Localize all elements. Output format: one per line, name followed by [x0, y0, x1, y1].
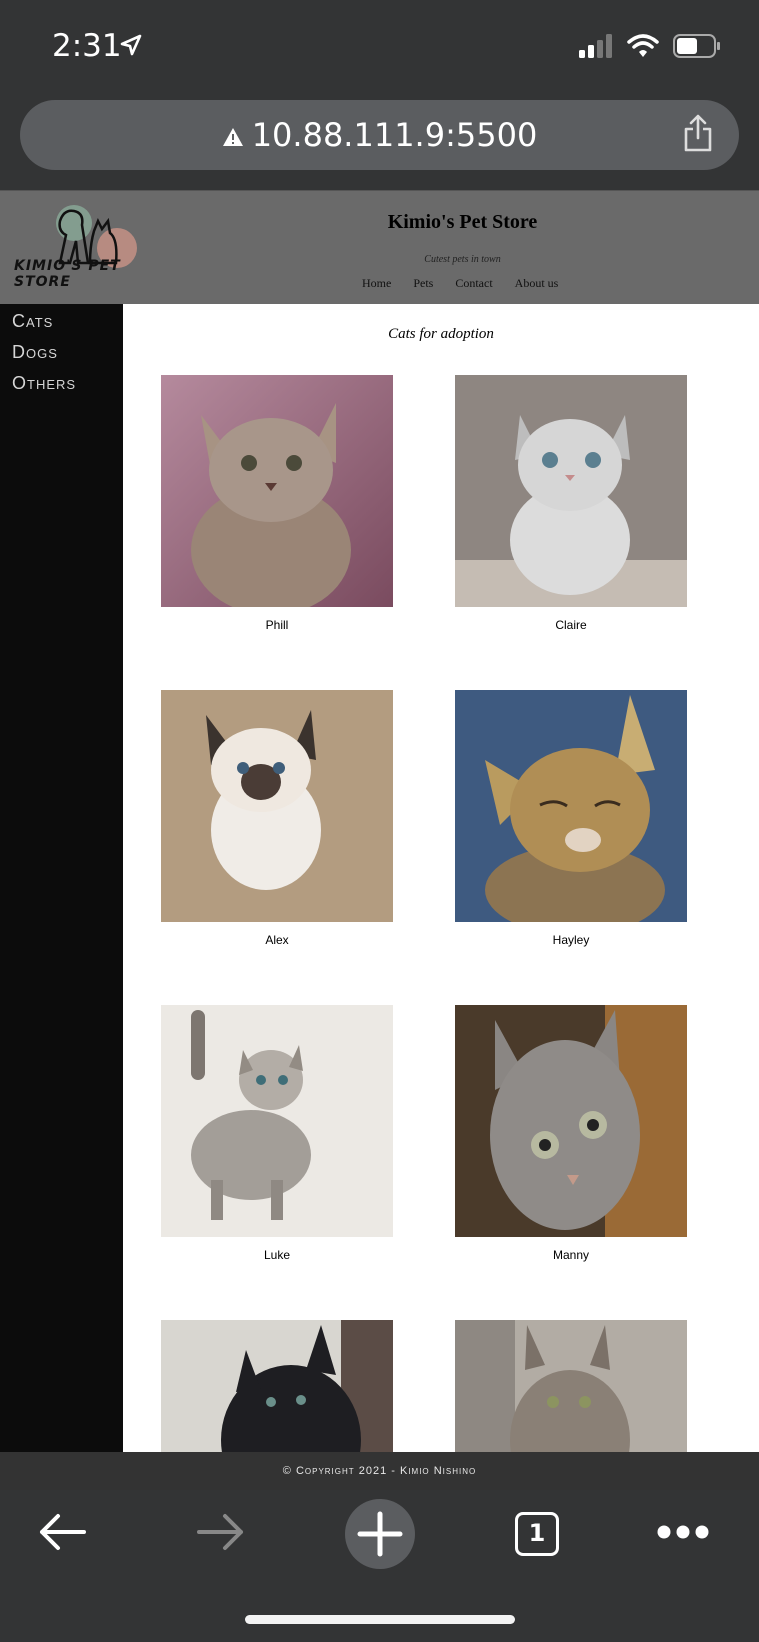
- new-tab-plus-icon[interactable]: [344, 1498, 416, 1570]
- wifi-icon: [627, 34, 659, 57]
- site-footer: © Copyright 2021 - Kimio Nishino: [0, 1452, 759, 1491]
- pet-name: Manny: [552, 1248, 590, 1262]
- pet-card[interactable]: [161, 1320, 393, 1452]
- more-menu-icon[interactable]: [656, 1524, 710, 1540]
- site-tagline: Cutest pets in town: [424, 254, 501, 265]
- pet-card[interactable]: Alex: [161, 690, 393, 947]
- url-text: 10.88.111.9:5500: [251, 116, 538, 154]
- signal-icon: [579, 34, 612, 58]
- pet-card[interactable]: Luke: [161, 1005, 393, 1262]
- pet-card[interactable]: Claire: [455, 375, 687, 632]
- pet-card[interactable]: [455, 1320, 687, 1452]
- sidebar: Cats Dogs Others: [0, 304, 123, 1452]
- pet-name: Phill: [265, 618, 289, 632]
- cat-photo[interactable]: [455, 690, 687, 935]
- warning-icon: [222, 128, 243, 146]
- cat-photo[interactable]: [161, 1005, 393, 1237]
- cat-photo[interactable]: [161, 1320, 393, 1452]
- sidebar-item-cats[interactable]: Cats: [12, 306, 123, 337]
- site-header: KIMIO'S PET STORE Kimio's Pet Store Cute…: [0, 190, 759, 305]
- share-icon[interactable]: [683, 114, 713, 152]
- nav-link-about-us[interactable]: About us: [515, 276, 559, 291]
- pet-card[interactable]: Manny: [455, 1005, 687, 1262]
- site-nav: Home Pets Contact About us: [362, 276, 558, 291]
- page-title: Cats for adoption: [388, 326, 494, 342]
- forward-arrow-icon[interactable]: [195, 1510, 247, 1554]
- cat-photo[interactable]: [455, 375, 687, 607]
- tabs-button[interactable]: 1: [515, 1512, 559, 1556]
- pet-name: Claire: [555, 618, 587, 632]
- pet-name: Alex: [265, 933, 289, 947]
- pet-name: Hayley: [552, 933, 590, 947]
- cat-photo[interactable]: [161, 375, 393, 615]
- nav-link-contact[interactable]: Contact: [455, 276, 492, 291]
- browser-url-area: 10.88.111.9:5500: [0, 95, 759, 190]
- location-arrow-icon: [120, 34, 142, 56]
- cat-photo[interactable]: [161, 690, 393, 922]
- nav-link-pets[interactable]: Pets: [413, 276, 433, 291]
- sidebar-item-dogs[interactable]: Dogs: [12, 337, 123, 368]
- sidebar-item-others[interactable]: Others: [12, 368, 123, 399]
- store-logo[interactable]: KIMIO'S PET STORE: [12, 201, 172, 296]
- status-bar: 2:31: [0, 0, 759, 95]
- pet-card[interactable]: Phill: [161, 375, 393, 632]
- back-arrow-icon[interactable]: [36, 1510, 88, 1554]
- status-time: 2:31: [52, 28, 122, 64]
- battery-icon: [673, 34, 720, 58]
- pet-name: Luke: [263, 1248, 291, 1262]
- site-title: Kimio's Pet Store: [387, 211, 538, 233]
- cat-photo[interactable]: [455, 1005, 687, 1237]
- pet-card[interactable]: Hayley: [455, 690, 687, 947]
- address-bar[interactable]: 10.88.111.9:5500: [20, 100, 739, 170]
- main-content: Cats for adoption Phill Claire Alex Hayl…: [123, 304, 759, 1452]
- nav-link-home[interactable]: Home: [362, 276, 391, 291]
- cat-photo[interactable]: [455, 1320, 687, 1452]
- home-indicator[interactable]: [245, 1615, 515, 1624]
- logo-text: KIMIO'S PET STORE: [14, 258, 121, 290]
